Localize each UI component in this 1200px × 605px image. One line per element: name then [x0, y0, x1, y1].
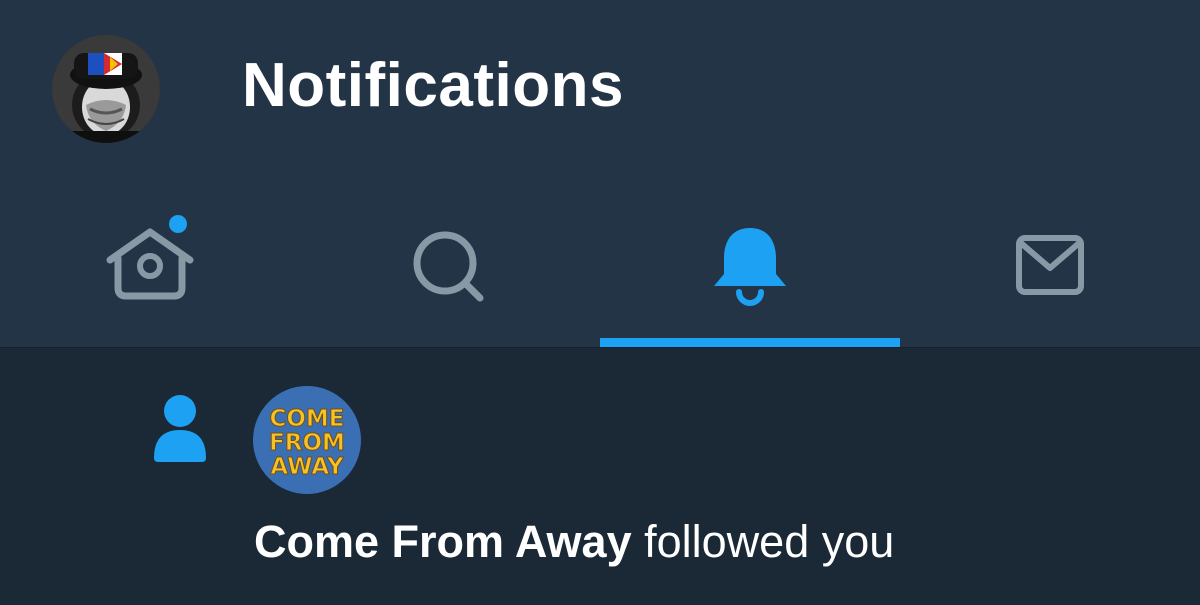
tab-notifications[interactable]	[600, 198, 900, 338]
come-from-away-logo: COME FROM AWAY	[253, 386, 361, 494]
active-tab-indicator	[600, 338, 900, 347]
divider	[0, 347, 1200, 348]
logo-word: AWAY	[270, 454, 344, 480]
actor-name[interactable]: Come From Away	[254, 516, 632, 567]
page-title: Notifications	[242, 51, 624, 120]
notification-text: Come From Away followed you	[254, 512, 894, 572]
app-header: Notifications	[0, 0, 1200, 347]
profile-avatar[interactable]	[52, 35, 160, 143]
action-text: followed you	[644, 516, 895, 567]
tab-home[interactable]	[0, 198, 300, 338]
bell-icon	[714, 228, 786, 306]
search-icon	[413, 231, 484, 302]
mail-icon	[1016, 235, 1084, 295]
unread-dot	[169, 215, 187, 233]
home-icon	[106, 215, 194, 300]
sender-avatar[interactable]: COME FROM AWAY	[253, 386, 361, 494]
tab-messages[interactable]	[900, 198, 1200, 338]
tab-search[interactable]	[300, 198, 600, 338]
logo-word: COME	[269, 406, 344, 432]
profile-picture	[52, 35, 160, 143]
logo-word: FROM	[269, 430, 345, 456]
person-icon	[150, 392, 210, 469]
